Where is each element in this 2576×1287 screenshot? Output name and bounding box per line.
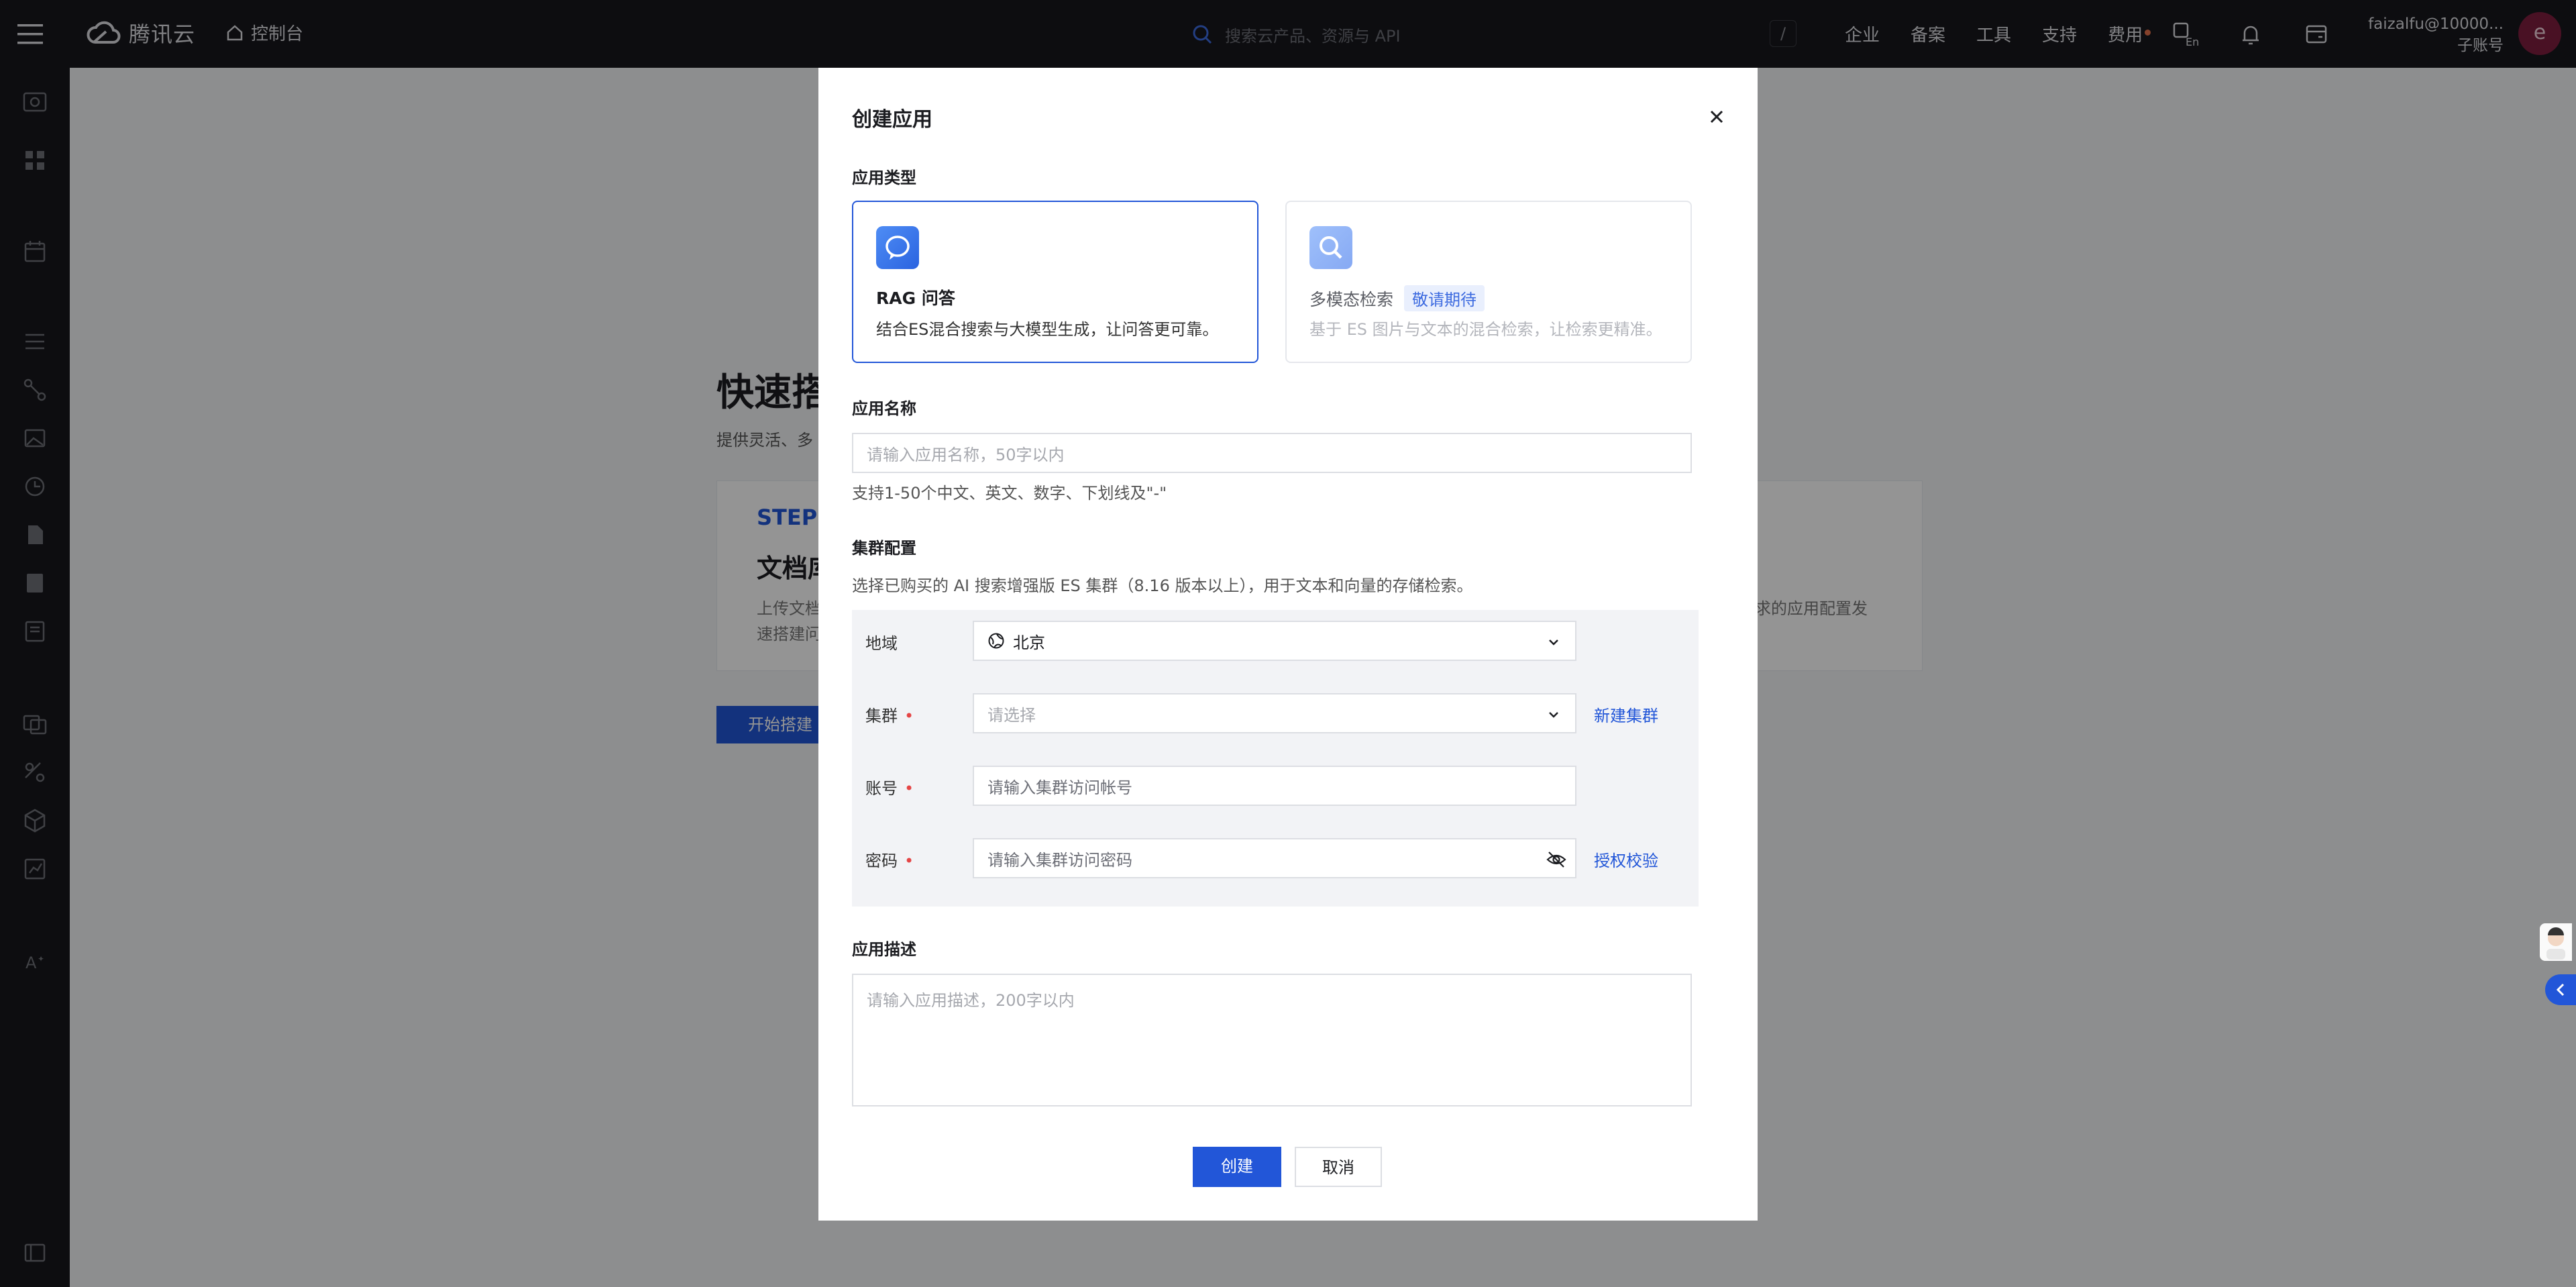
region-label: 地域 bbox=[865, 634, 898, 653]
password-placeholder: 请输入集群访问密码 bbox=[987, 850, 1132, 870]
globe-icon bbox=[987, 632, 1005, 650]
type-card-name: RAG 问答 bbox=[876, 289, 955, 308]
region-value: 北京 bbox=[1013, 633, 1045, 652]
type-card-name: 多模态检索 敬请期待 bbox=[1309, 285, 1485, 311]
type-card-desc: 基于 ES 图片与文本的混合检索，让检索更精准。 bbox=[1309, 320, 1662, 339]
cluster-config-label: 集群配置 bbox=[852, 539, 916, 558]
cancel-button[interactable]: 取消 bbox=[1295, 1147, 1382, 1187]
expand-panel-icon[interactable] bbox=[2545, 974, 2576, 1005]
cluster-placeholder: 请选择 bbox=[987, 705, 1036, 725]
close-icon[interactable] bbox=[1705, 105, 1728, 128]
type-card-multimodal: 多模态检索 敬请期待 基于 ES 图片与文本的混合检索，让检索更精准。 bbox=[1285, 201, 1692, 363]
app-name-label: 应用名称 bbox=[852, 399, 916, 418]
type-card-name-text: 多模态检索 bbox=[1309, 290, 1394, 309]
cluster-field-label-text: 集群 bbox=[865, 707, 898, 725]
chevron-down-icon bbox=[1546, 707, 1562, 723]
cluster-config-panel: 地域 北京 集群 • 请选择 新建集群 账号 • 请输入集群访问帐号 密码 • 请输入… bbox=[852, 610, 1699, 907]
app-name-input[interactable]: 请输入应用名称，50字以内 bbox=[852, 433, 1692, 473]
required-mark: • bbox=[904, 852, 914, 870]
app-type-label: 应用类型 bbox=[852, 168, 916, 187]
auth-verify-link[interactable]: 授权校验 bbox=[1594, 847, 1658, 871]
app-name-hint: 支持1-50个中文、英文、数字、下划线及"-" bbox=[852, 484, 1167, 503]
region-select[interactable]: 北京 bbox=[973, 621, 1576, 661]
type-card-rag[interactable]: RAG 问答 结合ES混合搜索与大模型生成，让问答更可靠。 bbox=[852, 201, 1258, 363]
search-icon bbox=[1309, 226, 1352, 269]
required-mark: • bbox=[904, 779, 914, 798]
create-button[interactable]: 创建 bbox=[1193, 1147, 1281, 1187]
app-desc-label: 应用描述 bbox=[852, 940, 916, 959]
password-label-text: 密码 bbox=[865, 852, 898, 870]
app-desc-textarea[interactable]: 请输入应用描述，200字以内 bbox=[852, 974, 1692, 1106]
assistant-avatar-icon[interactable] bbox=[2540, 923, 2572, 961]
type-card-desc: 结合ES混合搜索与大模型生成，让问答更可靠。 bbox=[876, 320, 1219, 339]
eye-hidden-icon[interactable] bbox=[1546, 849, 1567, 870]
password-input[interactable]: 请输入集群访问密码 bbox=[973, 838, 1576, 878]
password-label: 密码 • bbox=[865, 847, 914, 871]
coming-soon-badge: 敬请期待 bbox=[1404, 285, 1485, 311]
create-app-dialog: 创建应用 应用类型 RAG 问答 结合ES混合搜索与大模型生成，让问答更可靠。 … bbox=[818, 68, 1758, 1221]
account-label: 账号 • bbox=[865, 775, 914, 799]
account-placeholder: 请输入集群访问帐号 bbox=[987, 778, 1132, 797]
account-label-text: 账号 bbox=[865, 779, 898, 798]
cluster-config-hint: 选择已购买的 AI 搜索增强版 ES 集群（8.16 版本以上），用于文本和向量… bbox=[852, 576, 1473, 595]
cluster-field-label: 集群 • bbox=[865, 703, 914, 726]
chevron-down-icon bbox=[1546, 634, 1562, 650]
chat-icon bbox=[876, 226, 919, 269]
new-cluster-link[interactable]: 新建集群 bbox=[1594, 703, 1658, 726]
account-input[interactable]: 请输入集群访问帐号 bbox=[973, 766, 1576, 806]
dialog-title: 创建应用 bbox=[852, 108, 932, 132]
cluster-select[interactable]: 请选择 bbox=[973, 693, 1576, 733]
required-mark: • bbox=[904, 707, 914, 725]
